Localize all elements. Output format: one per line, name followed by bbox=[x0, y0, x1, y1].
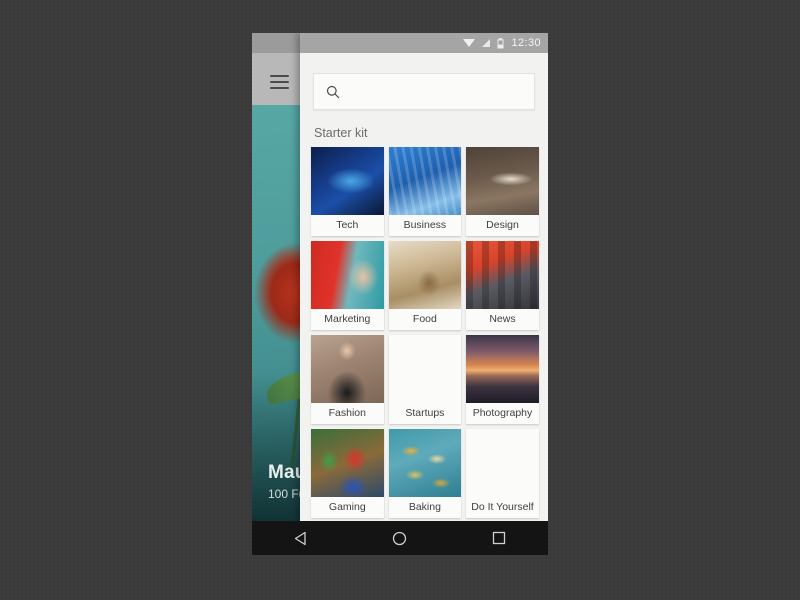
hamburger-bar bbox=[270, 87, 289, 89]
recents-button[interactable] bbox=[475, 531, 523, 545]
flexible-blue-smartphone-display-thumbnail bbox=[311, 147, 384, 215]
people-reading-newspapers-thumbnail bbox=[466, 241, 539, 309]
man-drawing-on-idea-wall-thumbnail bbox=[389, 335, 462, 403]
triangle-back-icon bbox=[294, 531, 306, 545]
sunset-beach-silhouettes-thumbnail bbox=[466, 335, 539, 403]
category-card-label: Tech bbox=[336, 219, 359, 231]
category-card[interactable]: Marketing bbox=[311, 241, 384, 330]
category-card[interactable]: Business bbox=[388, 147, 462, 236]
home-button[interactable] bbox=[376, 531, 424, 546]
category-card-label: Gaming bbox=[328, 501, 366, 513]
battery-icon bbox=[497, 37, 504, 48]
scissors-and-craft-tools-thumbnail bbox=[466, 429, 539, 497]
category-card-label: Food bbox=[412, 313, 437, 325]
category-card[interactable]: Do It Yourself bbox=[466, 429, 539, 518]
category-card-grid: Tech Business Design Marketing Food News Fashi… bbox=[311, 147, 539, 518]
category-card-label: Business bbox=[403, 219, 447, 231]
hamburger-menu-icon[interactable] bbox=[270, 75, 289, 89]
category-card-label: Marketing bbox=[324, 313, 371, 325]
category-card-label: Design bbox=[486, 219, 519, 231]
category-card[interactable]: News bbox=[466, 241, 539, 330]
search-input[interactable] bbox=[349, 83, 523, 100]
category-card-label: Startups bbox=[405, 407, 445, 419]
category-card-label: Fashion bbox=[328, 407, 366, 419]
colorful-macarons-thumbnail bbox=[388, 429, 462, 497]
section-title: Starter kit bbox=[314, 126, 368, 140]
retro-cola-advertisement-thumbnail bbox=[311, 241, 384, 309]
discover-overlay-panel: 12:30 Starter kit Tech Business Design Mark… bbox=[300, 33, 548, 521]
search-icon bbox=[326, 85, 340, 98]
hamburger-bar bbox=[270, 81, 289, 83]
android-navigation-bar bbox=[252, 521, 548, 555]
cellular-signal-icon bbox=[482, 39, 491, 47]
circle-home-icon bbox=[393, 531, 407, 545]
back-button[interactable] bbox=[277, 531, 325, 546]
wooden-desk-interior-thumbnail bbox=[466, 147, 539, 215]
category-card-label: Baking bbox=[408, 501, 441, 513]
category-card[interactable]: Food bbox=[388, 241, 462, 330]
android-phone-device: Maur 100 Fu 12:30 Starter kit Tech Busin… bbox=[252, 33, 548, 555]
mario-and-luigi-characters-thumbnail bbox=[311, 429, 384, 497]
category-card[interactable]: Tech bbox=[311, 147, 384, 236]
status-bar: 12:30 bbox=[300, 33, 548, 53]
blue-glass-skyscrapers-thumbnail bbox=[388, 147, 462, 215]
status-bar-clock: 12:30 bbox=[511, 37, 541, 49]
category-card[interactable]: Gaming bbox=[311, 429, 384, 518]
paper-bags-of-bread-thumbnail bbox=[388, 241, 462, 309]
category-card-label: Photography bbox=[472, 407, 533, 419]
woman-in-black-blouse-thumbnail bbox=[311, 335, 384, 403]
category-card[interactable]: Photography bbox=[466, 335, 539, 424]
category-card-label: News bbox=[489, 313, 516, 325]
search-bar[interactable] bbox=[313, 73, 535, 110]
category-card-label: Do It Yourself bbox=[471, 501, 534, 513]
category-card[interactable]: Baking bbox=[388, 429, 462, 518]
square-recents-icon bbox=[492, 531, 505, 545]
hamburger-bar bbox=[270, 75, 289, 77]
wifi-icon bbox=[463, 39, 476, 47]
category-card[interactable]: Fashion bbox=[311, 335, 384, 424]
category-card[interactable]: Startups bbox=[388, 335, 462, 424]
category-card[interactable]: Design bbox=[466, 147, 539, 236]
